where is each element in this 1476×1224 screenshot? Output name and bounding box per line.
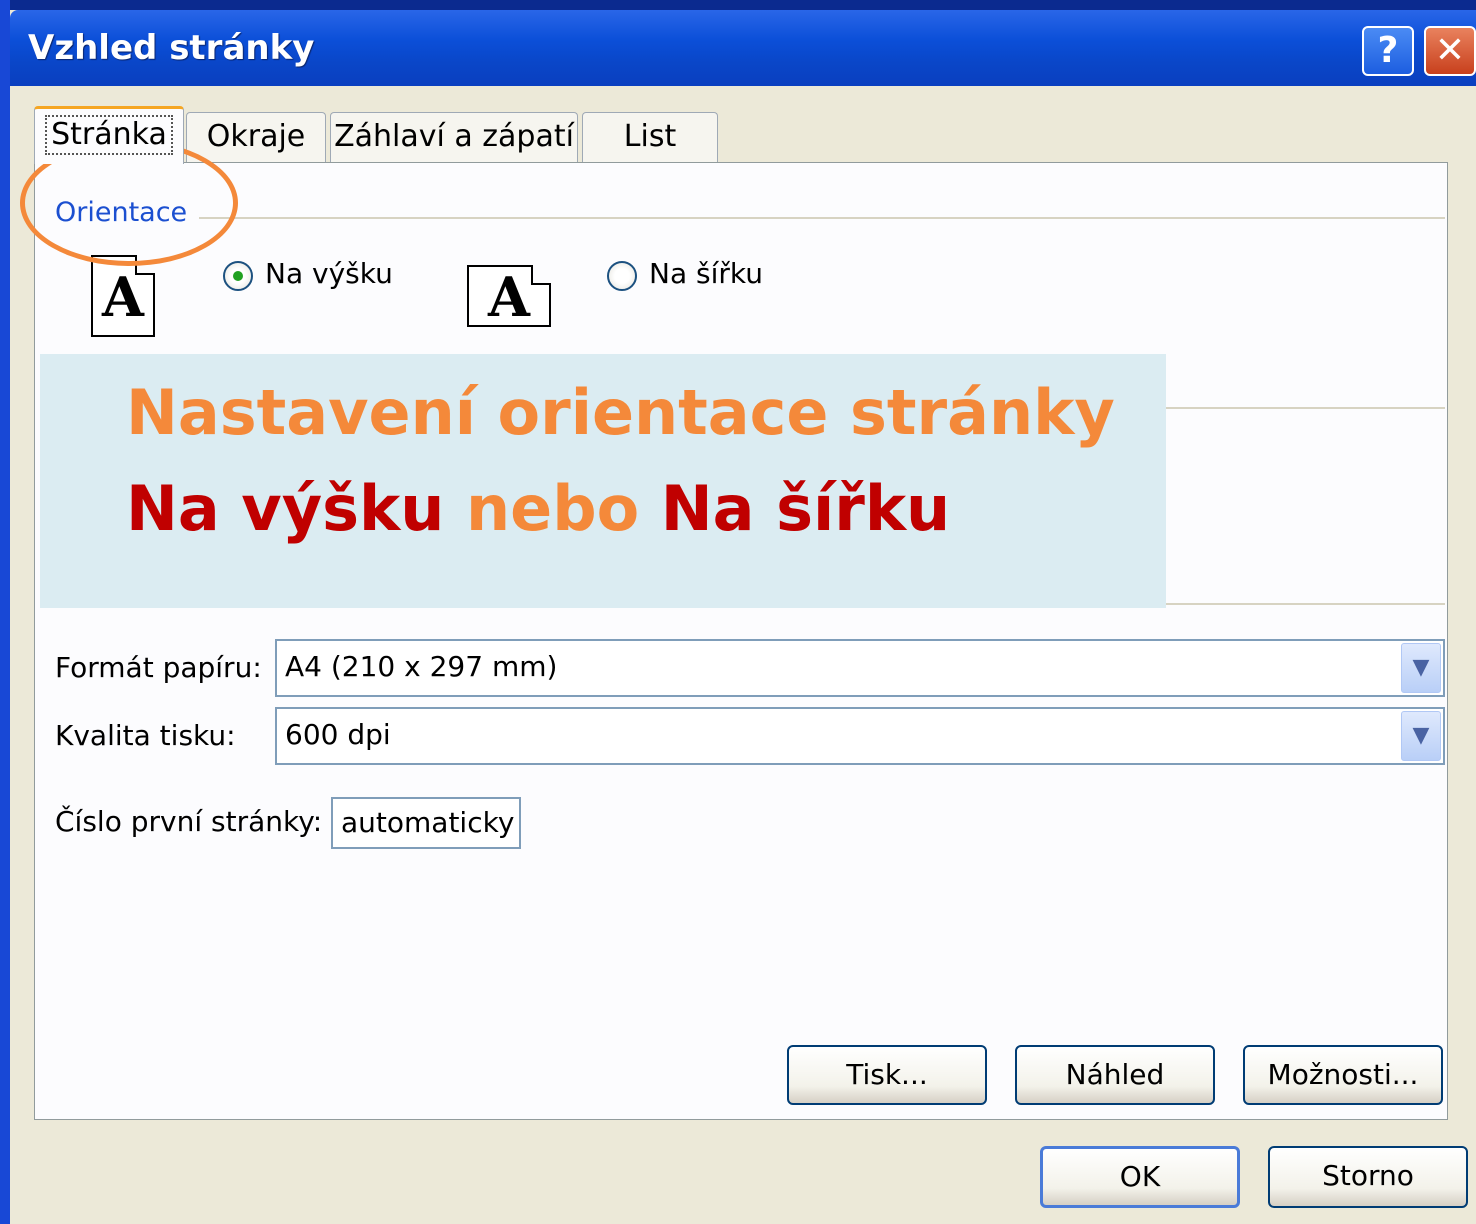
ok-button[interactable]: OK — [1040, 1146, 1240, 1208]
landscape-page-icon: A — [467, 265, 551, 327]
first-page-number-label: Číslo první stránky: — [55, 805, 323, 838]
orientation-group-label: Orientace — [55, 197, 188, 228]
print-quality-label: Kvalita tisku: — [55, 719, 236, 752]
chevron-down-icon[interactable]: ▼ — [1401, 711, 1441, 761]
portrait-label[interactable]: Na výšku — [265, 257, 393, 290]
group-separator — [199, 217, 1445, 219]
print-button[interactable]: Tisk... — [787, 1045, 987, 1105]
tab-label: Okraje — [206, 119, 306, 154]
landscape-label[interactable]: Na šířku — [649, 257, 763, 290]
window-edge — [0, 0, 10, 1224]
page-letter: A — [488, 265, 530, 329]
portrait-page-icon: A — [91, 255, 155, 337]
annotation-callout: Nastavení orientace stránky Na výšku neb… — [40, 354, 1166, 608]
page-setup-dialog: Vzhled stránky ? ✕ Stránka Okraje Záhlav… — [10, 10, 1476, 1224]
title-bar[interactable]: Vzhled stránky ? ✕ — [10, 10, 1476, 86]
close-icon: ✕ — [1434, 30, 1466, 71]
tab-label: Stránka — [45, 115, 173, 155]
callout-or: nebo — [466, 472, 640, 545]
preview-button[interactable]: Náhled — [1015, 1045, 1215, 1105]
tab-list[interactable]: List — [582, 112, 718, 162]
tab-label: List — [623, 119, 677, 154]
paper-format-value: A4 (210 x 297 mm) — [285, 650, 558, 683]
page-fold — [135, 255, 155, 275]
chevron-down-icon[interactable]: ▼ — [1401, 643, 1441, 693]
tab-label: Záhlaví a zápatí — [334, 119, 574, 154]
question-mark-icon: ? — [1377, 30, 1399, 71]
options-button[interactable]: Možnosti... — [1243, 1045, 1443, 1105]
first-page-number-value: automaticky — [341, 806, 515, 839]
print-quality-combo[interactable]: 600 dpi ▼ — [275, 707, 1445, 765]
page-fold — [531, 265, 551, 285]
tab-okraje[interactable]: Okraje — [186, 112, 326, 162]
callout-portrait: Na výšku — [126, 472, 445, 545]
paper-format-combo[interactable]: A4 (210 x 297 mm) ▼ — [275, 639, 1445, 697]
tab-zahlavi-zapati[interactable]: Záhlaví a zápatí — [330, 112, 578, 162]
portrait-radio[interactable] — [223, 261, 253, 291]
help-button[interactable]: ? — [1362, 26, 1414, 76]
dialog-title: Vzhled stránky — [28, 28, 315, 68]
tab-stranka[interactable]: Stránka — [34, 106, 184, 164]
callout-heading: Nastavení orientace stránky — [126, 376, 1115, 449]
print-quality-value: 600 dpi — [285, 718, 391, 751]
cancel-button[interactable]: Storno — [1268, 1146, 1468, 1208]
callout-landscape: Na šířku — [660, 472, 951, 545]
first-page-number-input[interactable]: automaticky — [331, 797, 521, 849]
landscape-radio[interactable] — [607, 261, 637, 291]
callout-subheading: Na výšku nebo Na šířku — [126, 472, 950, 545]
group-separator — [1165, 603, 1445, 605]
group-separator — [1165, 407, 1445, 409]
close-button[interactable]: ✕ — [1424, 26, 1476, 76]
tab-panel-stranka: Orientace A Na výšku A Na šířku Formát p… — [34, 162, 1448, 1120]
paper-format-label: Formát papíru: — [55, 651, 262, 684]
